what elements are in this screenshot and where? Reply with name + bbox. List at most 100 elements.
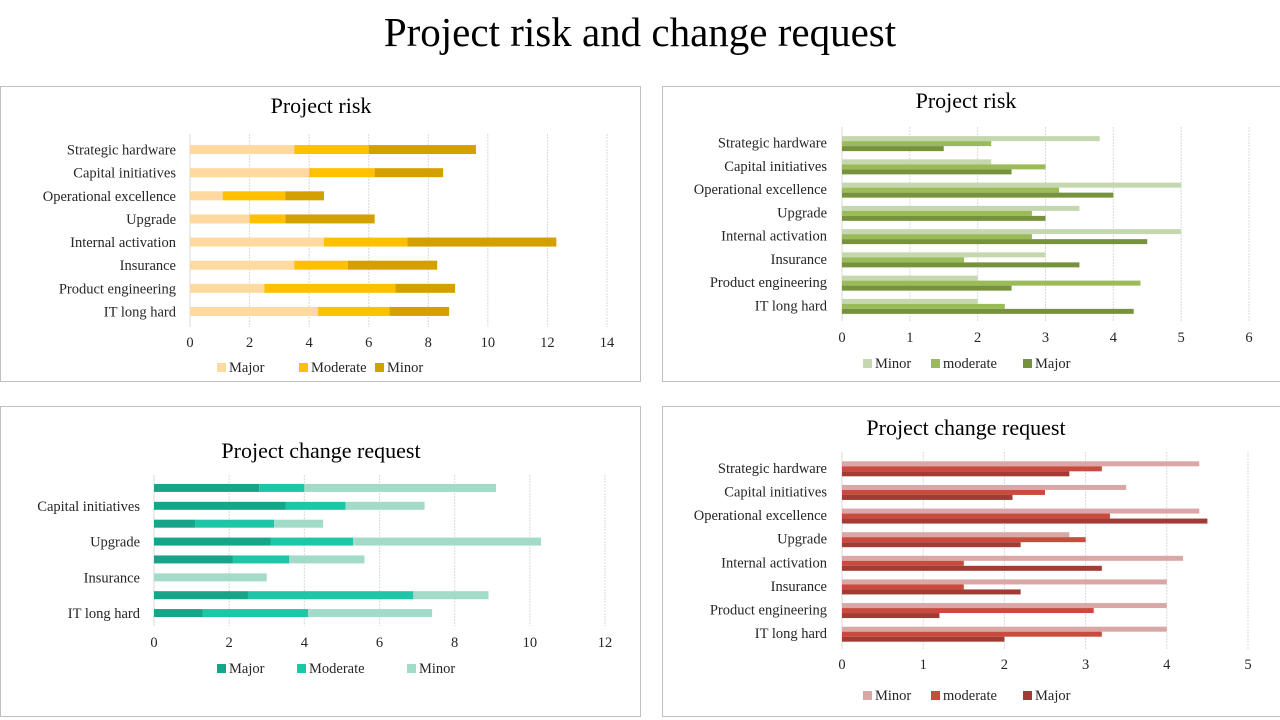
category-label-upgrade: Upgrade <box>777 205 827 221</box>
bar-moderate-internal-activation <box>842 234 1032 240</box>
x-tick-label: 10 <box>481 335 496 351</box>
bar-major-strategic-hardware <box>842 146 944 152</box>
x-tick-label: 12 <box>540 335 555 351</box>
category-label-insurance: Insurance <box>120 258 176 274</box>
category-label-internal-activation: Internal activation <box>721 555 828 571</box>
bar-major-operational-excellence <box>190 191 223 201</box>
bar-major-internal-activation <box>190 237 325 247</box>
legend-label-moderate: moderate <box>943 356 997 372</box>
x-tick-label: 10 <box>523 635 538 651</box>
bar-minor-insurance <box>842 579 1167 585</box>
chart-panel-change-request-clustered: Project change request 0 1 2 3 4 5 Strategic ha… <box>662 406 1280 717</box>
bar-major-capital-initiatives <box>842 494 1013 500</box>
bar-major-capital-initiatives <box>842 169 1012 175</box>
legend-swatch-major <box>217 363 226 372</box>
bar-minor-operational-excellence <box>842 508 1200 514</box>
x-tick-label: 8 <box>451 635 458 651</box>
bar-minor-product-engineering <box>842 275 978 281</box>
bar-moderate-upgrade <box>270 537 354 546</box>
bar-minor-insurance <box>154 573 267 582</box>
bar-minor-upgrade <box>842 532 1070 538</box>
category-label-internal-activation: Internal activation <box>721 229 828 245</box>
legend-swatch-major <box>1023 691 1032 700</box>
bar-moderate-upgrade <box>249 214 286 224</box>
bar-moderate-product-engineering <box>247 591 414 600</box>
bar-minor-operational-excellence <box>842 182 1182 188</box>
bar-moderate-it-long-hard <box>842 303 1005 309</box>
x-tick-label: 2 <box>1001 657 1008 673</box>
bar-moderate-product-engineering <box>842 280 1141 286</box>
bar-moderate-strategic-hardware <box>842 466 1102 472</box>
x-tick-label: 2 <box>226 635 233 651</box>
category-label-it-long-hard: IT long hard <box>104 304 177 320</box>
bar-moderate-insurance <box>294 260 348 270</box>
bar-major-internal-activation <box>842 239 1148 245</box>
bar-major-it-long-hard <box>842 308 1134 314</box>
bar-minor-strategic-hardware <box>368 145 476 155</box>
bar-major-it-long-hard <box>154 609 203 618</box>
legend-label-minor: Minor <box>875 356 911 372</box>
legend-swatch-moderate <box>299 363 308 372</box>
x-tick-label: 5 <box>1178 330 1185 346</box>
category-label-it-long-hard: IT long hard <box>68 606 141 622</box>
bar-minor-operational-excellence <box>274 519 324 528</box>
legend-swatch-moderate <box>931 691 940 700</box>
bar-minor-insurance <box>347 260 438 270</box>
bar-minor-product-engineering <box>395 283 456 293</box>
legend-label-minor: Minor <box>387 360 423 376</box>
category-label-it-long-hard: IT long hard <box>755 298 828 314</box>
chart-svg: Project change request 0 1 2 3 4 5 Strategic ha… <box>694 415 1252 704</box>
legend-swatch-moderate <box>931 359 940 368</box>
bar-minor-strategic-hardware <box>842 136 1100 142</box>
legend-label-major: Major <box>229 360 265 376</box>
bar-major-strategic-hardware <box>842 471 1070 477</box>
bar-minor-capital-initiatives <box>374 168 444 178</box>
bar-moderate-operational-excellence <box>842 513 1110 519</box>
bar-moderate-strategic-hardware <box>842 141 992 147</box>
chart-svg: Project change request 0 2 4 6 8 10 12 Capital i… <box>37 438 612 677</box>
x-tick-label: 3 <box>1042 330 1049 346</box>
bar-minor-internal-activation <box>407 237 557 247</box>
x-tick-label: 6 <box>365 335 372 351</box>
x-tick-label: 8 <box>425 335 432 351</box>
bar-minor-upgrade <box>285 214 375 224</box>
bar-major-it-long-hard <box>842 636 1005 642</box>
bar-major-strategic-hardware <box>154 483 260 492</box>
bar-moderate-operational-excellence <box>842 187 1060 193</box>
bar-minor-product-engineering <box>413 591 489 600</box>
category-label-internal-activation: Internal activation <box>70 235 177 251</box>
chart-panel-project-risk-stacked: Project risk 0 2 4 6 8 10 12 14 Strategic hardwar… <box>0 86 641 382</box>
bar-major-operational-excellence <box>842 518 1208 524</box>
category-label-upgrade: Upgrade <box>90 535 140 551</box>
x-tick-label: 5 <box>1244 657 1251 673</box>
legend-swatch-minor <box>863 691 872 700</box>
chart-panel-project-risk-clustered: Project risk 0 1 2 3 4 5 6 Strategic hardware Cap… <box>662 86 1280 382</box>
chart-title: Project change request <box>221 438 420 463</box>
bar-minor-capital-initiatives <box>842 484 1127 490</box>
x-tick-label: 6 <box>1245 330 1252 346</box>
category-label-capital-initiatives: Capital initiatives <box>73 166 176 182</box>
bar-minor-it-long-hard <box>308 609 433 618</box>
x-tick-label: 4 <box>306 335 314 351</box>
bar-minor-strategic-hardware <box>842 461 1200 467</box>
bar-minor-strategic-hardware <box>304 483 497 492</box>
bar-major-product-engineering <box>842 613 940 619</box>
legend-swatch-major <box>217 664 226 673</box>
category-label-operational-excellence: Operational excellence <box>694 182 827 198</box>
bar-major-strategic-hardware <box>190 145 295 155</box>
bar-moderate-upgrade <box>842 537 1086 543</box>
bar-major-internal-activation <box>154 555 233 564</box>
category-label-capital-initiatives: Capital initiatives <box>724 484 827 500</box>
category-label-strategic-hardware: Strategic hardware <box>67 143 176 159</box>
category-label-product-engineering: Product engineering <box>710 275 827 291</box>
category-label-insurance: Insurance <box>771 579 827 595</box>
bar-major-insurance <box>842 262 1080 268</box>
bar-major-product-engineering <box>842 285 1012 291</box>
category-label-operational-excellence: Operational excellence <box>694 508 827 524</box>
chart-panel-change-request-stacked: Project change request 0 2 4 6 8 10 12 Capital i… <box>0 406 641 717</box>
x-tick-label: 0 <box>838 330 845 346</box>
x-tick-label: 0 <box>838 657 845 673</box>
bar-minor-internal-activation <box>842 229 1182 235</box>
bar-major-capital-initiatives <box>154 501 286 510</box>
bar-moderate-capital-initiatives <box>842 164 1046 170</box>
